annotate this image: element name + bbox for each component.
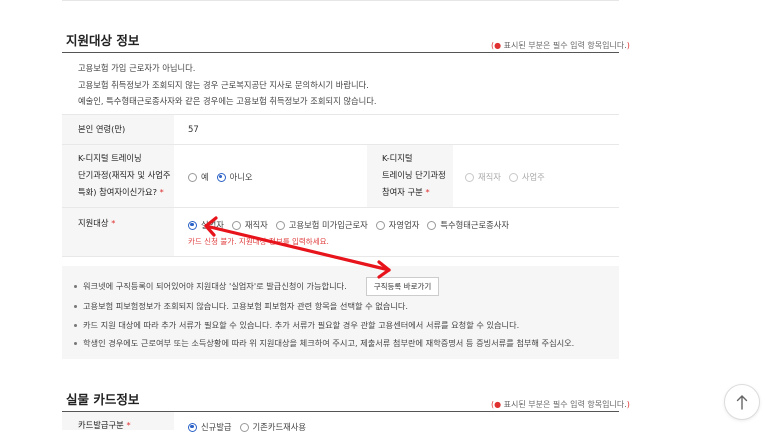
- scroll-top-button[interactable]: [724, 384, 760, 420]
- annotation-arrow: [204, 216, 391, 279]
- arrow-shaft: [204, 224, 391, 272]
- arrow-up-icon: [736, 395, 748, 410]
- arrow-head-left: [204, 216, 218, 228]
- radio-checked-icon[interactable]: [188, 422, 197, 432]
- card-issue-label: 카드발급구분 *: [78, 420, 131, 430]
- card-issue-option-reuse[interactable]: 기존카드재사용: [239, 421, 306, 433]
- section-title-card-info: 실물 카드정보: [66, 392, 140, 407]
- card-issue-option-new[interactable]: 신규발급: [188, 421, 232, 433]
- card-issue-radio-group: 신규발급 기존카드재사용: [188, 421, 314, 433]
- required-note: (● 표시된 부분은 필수 입력 항목입니다.): [491, 400, 630, 409]
- arrow-tail-right: [377, 268, 391, 279]
- radio-icon[interactable]: [239, 422, 249, 432]
